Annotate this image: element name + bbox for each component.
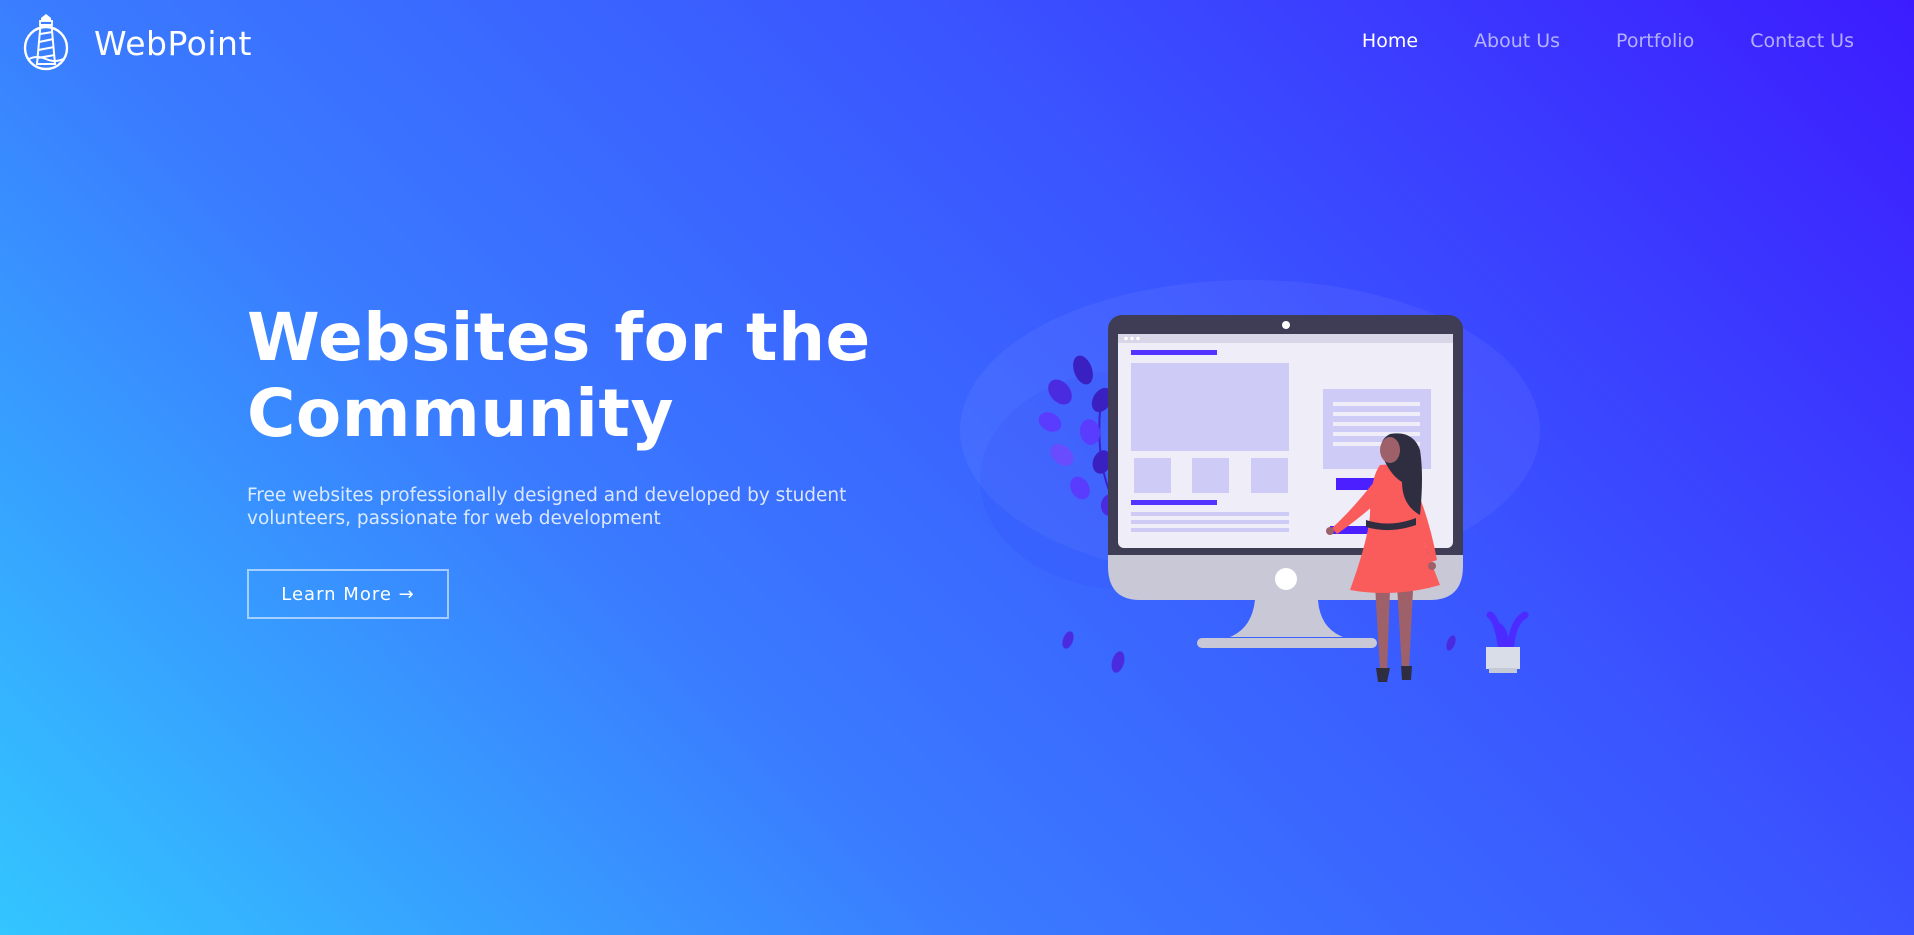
nav-about-us[interactable]: About Us — [1474, 30, 1560, 52]
hero-title-line-1: Websites for the — [247, 299, 871, 376]
hero-title: Websites for the Community — [247, 300, 947, 452]
lighthouse-icon — [23, 14, 69, 71]
site-header: WebPoint Home About Us Portfolio Contact… — [0, 0, 1914, 86]
hero-subtitle: Free websites professionally designed an… — [247, 485, 847, 529]
brand-name: WebPoint — [94, 23, 252, 63]
main-nav: Home About Us Portfolio Contact Us — [1306, 30, 1854, 52]
potted-cactus — [1486, 611, 1529, 673]
hero-title-line-2: Community — [247, 375, 674, 452]
nav-contact-us[interactable]: Contact Us — [1750, 30, 1854, 52]
learn-more-button[interactable]: Learn More → — [247, 569, 449, 619]
woman-at-monitor-illustration — [960, 280, 1540, 682]
nav-portfolio[interactable]: Portfolio — [1616, 30, 1694, 52]
nav-home[interactable]: Home — [1362, 30, 1418, 52]
hero-section: Websites for the Community Free websites… — [247, 300, 947, 530]
brand-link[interactable]: WebPoint — [22, 12, 252, 74]
